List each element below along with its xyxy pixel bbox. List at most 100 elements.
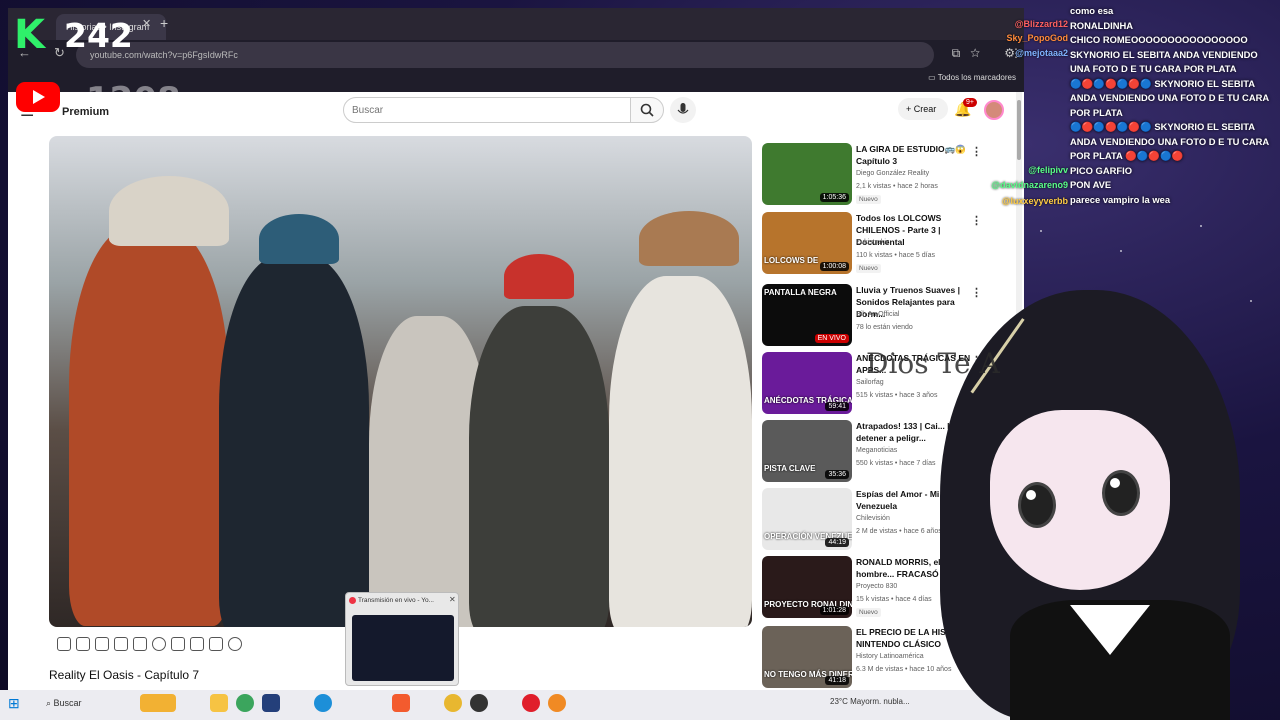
- speed-icon[interactable]: [152, 637, 166, 651]
- recommendation-channel[interactable]: Zukistrukiz: [856, 239, 889, 246]
- video-player[interactable]: [49, 136, 752, 627]
- filter-icon[interactable]: [209, 637, 223, 651]
- video-duration: 44:19: [825, 538, 849, 547]
- new-badge: Nuevo: [856, 264, 881, 273]
- windows-start-icon[interactable]: ⊞: [8, 695, 22, 711]
- chat-message: SKYNORIO EL SEBITA ANDA VENDIENDO UNA FO…: [1070, 48, 1258, 75]
- search-icon: [640, 103, 654, 117]
- create-button[interactable]: + Crear: [898, 98, 948, 120]
- recommendation-views: 2 M de vistas • hace 6 años: [856, 528, 942, 535]
- chat-message: parece vampiro la wea: [1070, 193, 1171, 205]
- loop-icon[interactable]: [57, 637, 71, 651]
- recommendation-channel[interactable]: Chilevisión: [856, 515, 890, 522]
- youtube-premium-label: Premium: [62, 106, 110, 118]
- all-bookmarks[interactable]: ▭ Todos los marcadores: [928, 73, 1016, 82]
- app-icon-obs[interactable]: [470, 694, 488, 712]
- scrollbar-thumb[interactable]: [1017, 100, 1021, 160]
- new-badge: Nuevo: [856, 608, 881, 617]
- recommendation-thumbnail[interactable]: 1:05:36: [762, 143, 852, 205]
- app-icon-opera[interactable]: [522, 694, 540, 712]
- chat-username: @felipivv: [1028, 165, 1068, 175]
- chat-username: @davidnazareno9: [991, 180, 1068, 190]
- recommendation-views: 15 k vistas • hace 4 días: [856, 596, 932, 603]
- chat-username: @mejotaaa2: [1015, 48, 1068, 58]
- video-duration: 35:36: [825, 470, 849, 479]
- app-icon-chrome[interactable]: [236, 694, 254, 712]
- video-duration: 1:05:36: [819, 193, 849, 202]
- screenshot-icon[interactable]: [95, 637, 109, 651]
- chat-message: como esa: [1070, 5, 1114, 16]
- weather-widget[interactable]: 23°C Mayorm. nubla...: [830, 697, 910, 706]
- close-tab-icon[interactable]: ✕: [142, 17, 151, 30]
- search-button[interactable]: [630, 97, 664, 123]
- video-cap: [639, 211, 739, 266]
- address-bar[interactable]: youtube.com/watch?v=p6FgsIdwRFc: [76, 42, 934, 68]
- recommendation-views: 2,1 k vistas • hace 2 horas: [856, 183, 938, 190]
- more-options-icon[interactable]: ⋮: [971, 214, 982, 227]
- video-title: Reality El Oasis - Capítulo 7: [49, 668, 200, 682]
- recommendation-channel[interactable]: Bih An Official: [856, 311, 899, 318]
- video-duration: 59:41: [825, 402, 849, 411]
- microphone-icon: [677, 103, 689, 114]
- account-avatar[interactable]: [984, 100, 1004, 120]
- video-cap: [109, 176, 229, 246]
- recommendation-thumbnail[interactable]: PISTA CLAVE 35:36: [762, 420, 852, 482]
- voice-search-button[interactable]: [670, 97, 696, 123]
- app-icon-edge[interactable]: [314, 694, 332, 712]
- viewer-count: 242: [64, 16, 133, 55]
- video-duration: EN VIVO: [814, 334, 849, 343]
- camera-icon[interactable]: [190, 637, 204, 651]
- recommendation-channel[interactable]: Sailorfag: [856, 379, 884, 386]
- recommendation-thumbnail[interactable]: PANTALLA NEGRA EN VIVO: [762, 284, 852, 346]
- thumbnail-text: PISTA CLAVE: [764, 464, 816, 473]
- recommendation-title[interactable]: LA GIRA DE ESTUDIO🚌😱 Capítulo 3: [856, 143, 981, 167]
- recommendation-thumbnail[interactable]: OPERACIÓN VENEZUELA 44:19: [762, 488, 852, 550]
- settings-icon[interactable]: [228, 637, 242, 651]
- recommendation-thumbnail[interactable]: ANÉCDOTAS TRÁGICAS 59:41: [762, 352, 852, 414]
- search-input[interactable]: [343, 97, 631, 123]
- address-bar-actions-icon[interactable]: ⧉☆: [952, 46, 990, 61]
- chat-message: CHICO ROMEOOOOOOOOOOOOOOOO: [1070, 34, 1248, 45]
- chat-message: 🔵🔴🔵🔴🔵🔴🔵 SKYNORIO EL SEBITA ANDA VENDIEND…: [1070, 77, 1269, 118]
- app-icon-brave[interactable]: [392, 694, 410, 712]
- video-cap: [504, 254, 574, 299]
- recommendation-channel[interactable]: Proyecto 830: [856, 583, 897, 590]
- vtuber-avatar: [930, 270, 1280, 720]
- app-icon-chrome-alt[interactable]: [444, 694, 462, 712]
- app-icon-vscode[interactable]: [262, 694, 280, 712]
- taskbar-preview-popup[interactable]: Transmisión en vivo - Yo... ✕: [345, 592, 459, 686]
- new-tab-icon[interactable]: +: [160, 15, 168, 31]
- play-icon: [33, 90, 45, 104]
- chat-message: PICO GARFIO: [1070, 164, 1132, 176]
- new-badge: Nuevo: [856, 195, 881, 204]
- recommendation-thumbnail[interactable]: PROYECTO RONALDINO 1:01:28: [762, 556, 852, 618]
- calendar-icon[interactable]: [114, 637, 128, 651]
- video-duration: 41:18: [825, 676, 849, 685]
- app-icon-firefox[interactable]: [548, 694, 566, 712]
- recommendation-views: 110 k vistas • hace 5 días: [856, 252, 935, 259]
- recommendation-channel[interactable]: History Latinoamérica: [856, 653, 924, 660]
- more-options-icon[interactable]: ⋮: [971, 145, 982, 158]
- audio-icon[interactable]: [76, 637, 90, 651]
- app-icon-folder[interactable]: [140, 694, 176, 712]
- thumbnail-text: LOLCOWS DE: [764, 256, 819, 265]
- star: [1040, 230, 1042, 232]
- recommendation-thumbnail[interactable]: NO TENGO MÁS DINERO 41:18: [762, 626, 852, 688]
- avatar-eye: [1018, 482, 1056, 528]
- close-icon[interactable]: ✕: [449, 595, 456, 604]
- recommendation-channel[interactable]: Meganoticias: [856, 447, 897, 454]
- recommendation-item[interactable]: 1:05:36 LA GIRA DE ESTUDIO🚌😱 Capítulo 3 …: [762, 143, 992, 211]
- floating-overlay-text: Dios Te A: [866, 347, 1000, 380]
- avatar-eye-shine: [1110, 478, 1120, 488]
- channel-logo-letter: K: [14, 12, 45, 58]
- add-icon[interactable]: [171, 637, 185, 651]
- chat-overlay: como esa RONALDINHA CHICO ROMEOOOOOOOOOOOO…: [1070, 4, 1280, 207]
- app-icon-files[interactable]: [210, 694, 228, 712]
- video-duration: 1:01:28: [819, 606, 849, 615]
- chat-message: 🔵🔴🔵🔴🔵🔴🔵 SKYNORIO EL SEBITA ANDA VENDIEND…: [1070, 121, 1269, 161]
- picture-in-picture-icon[interactable]: [133, 637, 147, 651]
- notifications-badge: 9+: [963, 98, 977, 107]
- recommendation-channel[interactable]: Diego González Reality: [856, 170, 929, 177]
- recommendation-thumbnail[interactable]: LOLCOWS DE 1:00:08: [762, 212, 852, 274]
- avatar-face: [990, 410, 1170, 590]
